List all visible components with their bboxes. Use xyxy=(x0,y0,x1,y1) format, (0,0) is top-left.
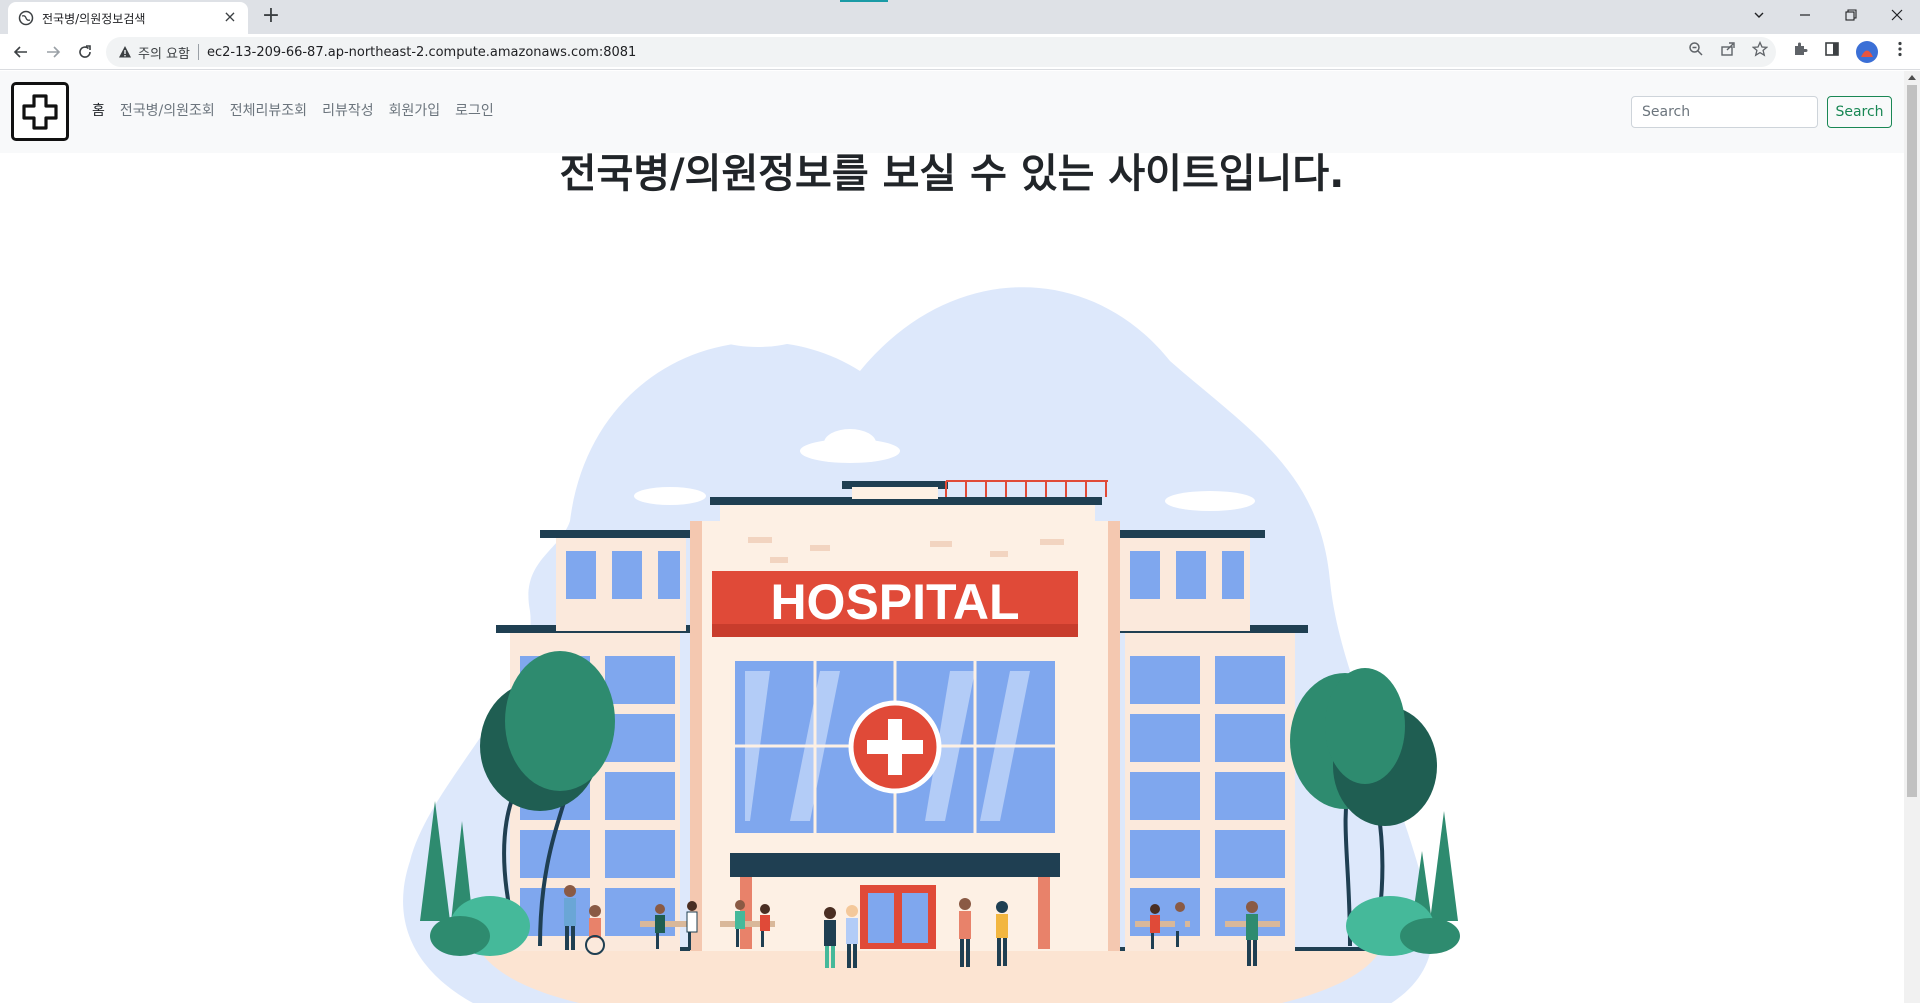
scrollbar-thumb[interactable] xyxy=(1907,85,1917,797)
star-icon[interactable] xyxy=(1751,40,1769,57)
browser-tab[interactable]: 전국병/의원정보검색 × xyxy=(8,2,248,34)
new-tab-button[interactable]: + xyxy=(260,5,282,28)
minimize-icon[interactable] xyxy=(1782,4,1828,30)
ground xyxy=(480,951,1380,1003)
nav-link-all-reviews[interactable]: 전체리뷰조회 xyxy=(230,99,307,123)
page-headline: 전국병/의원정보를 보실 수 있는 사이트입니다. xyxy=(559,151,1345,197)
profile-avatar-icon[interactable] xyxy=(1856,41,1878,63)
hospital-sign-text: HOSPITAL xyxy=(770,574,1019,630)
close-window-icon[interactable] xyxy=(1874,4,1920,30)
central-building: HOSPITAL xyxy=(690,480,1120,951)
menu-icon[interactable] xyxy=(1890,41,1910,63)
browser-toolbar: 주의 요함 ec2-13-209-66-87.ap-northeast-2.co… xyxy=(0,34,1920,70)
browser-tab-strip: 전국병/의원정보검색 × + xyxy=(0,0,1920,34)
close-tab-icon[interactable]: × xyxy=(222,9,238,26)
hospital-illustration: HOSPITAL xyxy=(403,287,1460,1003)
warning-icon xyxy=(119,46,131,58)
nav-link-home[interactable]: 홈 xyxy=(92,99,105,123)
nav-links: 홈 전국병/의원조회 전체리뷰조회 리뷰작성 회원가입 로그인 xyxy=(92,99,494,123)
omnibox-divider xyxy=(197,44,199,60)
nav-link-login[interactable]: 로그인 xyxy=(455,99,494,123)
url-text[interactable]: ec2-13-209-66-87.ap-northeast-2.compute.… xyxy=(207,45,636,60)
scroll-up-arrow-icon[interactable] xyxy=(1908,75,1916,80)
extensions-icon[interactable] xyxy=(1792,41,1808,57)
tab-search-chevron-icon[interactable] xyxy=(1736,4,1782,30)
restore-icon[interactable] xyxy=(1828,4,1874,30)
globe-icon xyxy=(18,10,34,26)
security-warning-label[interactable]: 주의 요함 xyxy=(138,43,190,62)
medical-cross-icon xyxy=(22,93,58,130)
zoom-icon[interactable] xyxy=(1688,41,1704,57)
nav-link-write-review[interactable]: 리뷰작성 xyxy=(322,99,374,123)
nav-link-signup[interactable]: 회원가입 xyxy=(389,99,441,123)
reload-icon[interactable] xyxy=(72,39,98,65)
forward-icon[interactable] xyxy=(40,39,66,65)
page-scrollbar[interactable] xyxy=(1904,71,1920,1003)
site-navbar: 홈 전국병/의원조회 전체리뷰조회 리뷰작성 회원가입 로그인 Search xyxy=(0,71,1904,153)
address-bar[interactable]: 주의 요함 ec2-13-209-66-87.ap-northeast-2.co… xyxy=(106,37,1776,67)
sidepanel-icon[interactable] xyxy=(1824,41,1840,57)
tab-strip-accent xyxy=(840,0,888,2)
nav-link-hospital-search[interactable]: 전국병/의원조회 xyxy=(120,99,215,123)
page-content: 홈 전국병/의원조회 전체리뷰조회 리뷰작성 회원가입 로그인 Search 전… xyxy=(0,71,1904,1003)
search-button[interactable]: Search xyxy=(1827,96,1892,128)
back-icon[interactable] xyxy=(8,39,34,65)
tab-title: 전국병/의원정보검색 xyxy=(42,11,146,26)
share-icon[interactable] xyxy=(1720,41,1736,57)
search-input[interactable] xyxy=(1631,96,1818,128)
site-logo[interactable] xyxy=(11,82,69,141)
